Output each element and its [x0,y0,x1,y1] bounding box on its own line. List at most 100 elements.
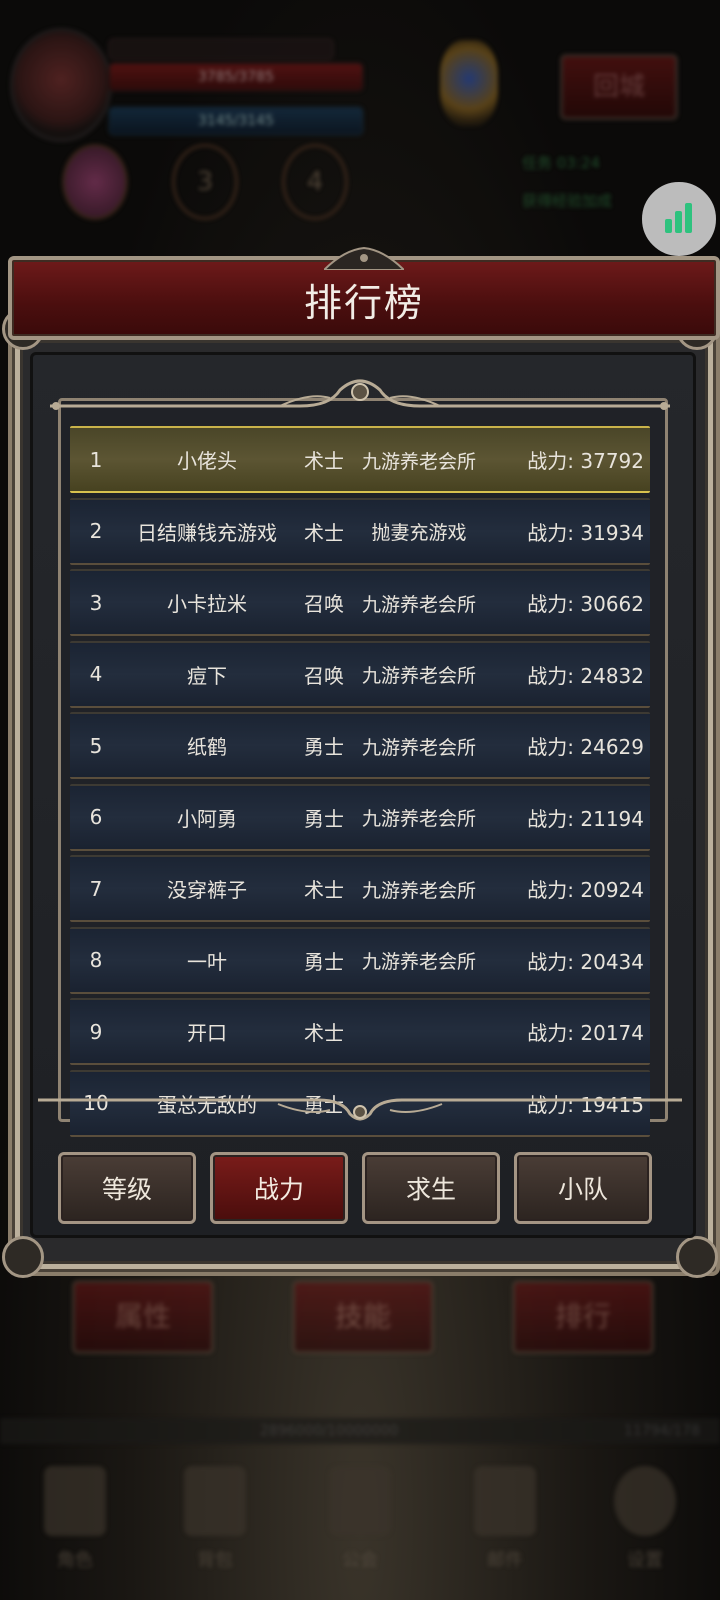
network-signal-icon[interactable] [642,182,716,256]
player-name-cell: 痘下 [187,663,227,688]
xp-bar: 2896000/10000000 11794/178 [0,1418,720,1444]
xp-right-text: 11794/178 [624,1423,700,1439]
guild-cell: 九游养老会所 [361,665,476,687]
power-cell: 战力: 37792 [527,449,644,473]
class-cell: 勇士 [304,949,344,974]
power-cell: 战力: 30662 [527,592,644,616]
rank-cell: 5 [89,733,103,758]
name-bar [108,38,334,60]
skill-slot-4[interactable]: 4 [282,144,348,220]
nav-character[interactable]: 角色 [30,1466,120,1586]
nav-settings-label: 设置 [627,1550,663,1571]
class-cell: 召唤 [304,663,344,688]
power-cell: 战力: 21194 [527,806,644,831]
nav-mail[interactable]: 邮件 [460,1466,550,1586]
player-name-cell: 小佬头 [177,449,237,473]
class-cell: 召唤 [304,592,344,616]
bag-icon [184,1466,246,1536]
return-city-button[interactable]: 回城 [560,54,678,120]
task-timer-text: 任务 03:24 [522,154,600,172]
player-name-cell: 小阿勇 [177,806,237,831]
dialog-title-bar: 排行榜 [8,246,720,340]
table-row[interactable]: 5 纸鹤 勇士 九游养老会所 战力: 24629 [70,712,650,779]
tab-survival[interactable]: 求生 [362,1152,500,1224]
guild-cell: 九游养老会所 [361,808,476,830]
rank-cell: 2 [89,519,103,543]
tab-level[interactable]: 等级 [58,1152,196,1224]
guild-cell [358,1000,480,1065]
power-cell: 战力: 31934 [527,520,644,545]
guild-cell: 抛妻充游戏 [371,522,467,544]
mp-bar: 3145/3145 [108,106,364,136]
power-cell: 战力: 20174 [527,1021,644,1045]
guild-cell: 九游养老会所 [361,593,476,616]
table-bottom-ornament-icon [38,1098,682,1121]
table-row[interactable]: 2 日结赚钱充游戏 术士 抛妻充游戏 战力: 31934 [70,497,650,565]
rank-cell: 6 [89,805,103,829]
nav-mail-label: 邮件 [487,1550,523,1571]
ranking-button[interactable]: 排行 [512,1280,654,1354]
nav-character-label: 角色 [57,1550,93,1571]
table-row[interactable]: 6 小阿勇 勇士 九游养老会所 战力: 21194 [70,783,650,851]
player-name-cell: 没穿裤子 [167,878,247,902]
power-cell: 战力: 20924 [527,878,644,902]
player-name-cell: 纸鹤 [187,735,227,759]
nav-bag-label: 背包 [197,1550,233,1571]
class-cell: 术士 [304,449,344,473]
tab-team[interactable]: 小队 [514,1152,652,1224]
player-name-cell: 小卡拉米 [167,592,247,616]
rank-cell: 4 [89,662,103,686]
skill-slot-3[interactable]: 3 [172,144,238,220]
class-cell: 术士 [304,1021,344,1045]
power-cell: 战力: 24832 [527,663,644,688]
class-cell: 术士 [304,878,344,902]
nav-guild-label: 公会 [342,1550,378,1571]
player-name-cell: 一叶 [187,949,227,974]
xp-text: 2896000/10000000 [260,1423,399,1439]
rank-cell: 7 [89,876,103,901]
guild-cell: 九游养老会所 [361,450,476,473]
bonus-text: 获得经验加成 [522,192,613,210]
power-cell: 战力: 20434 [527,949,644,974]
table-top-ornament-icon [50,379,670,410]
skills-button[interactable]: 技能 [292,1280,434,1354]
player-name-cell: 开口 [187,1021,227,1045]
ranking-rows: 1 小佬头 术士 九游养老会所 战力: 37792 2 日结赚钱充游戏 术士 抛妻充游戏 战力: … [70,426,650,1141]
skill-slot-1[interactable] [62,144,128,220]
player-avatar[interactable] [10,28,112,142]
table-row[interactable]: 4 痘下 召唤 九游养老会所 战力: 24832 [70,640,650,708]
guild-cell: 九游养老会所 [361,879,476,902]
rank-cell: 8 [89,948,103,972]
frame-ornament [2,1236,44,1278]
power-cell: 战力: 24629 [527,735,644,759]
table-row[interactable]: 3 小卡拉米 召唤 九游养老会所 战力: 30662 [70,569,650,636]
crest-ornament-icon [324,246,404,270]
table-row[interactable]: 8 一叶 勇士 九游养老会所 战力: 20434 [70,926,650,994]
class-cell: 勇士 [304,735,344,759]
mail-icon [474,1466,536,1536]
nav-bag[interactable]: 背包 [170,1466,260,1586]
guild-cell: 九游养老会所 [361,736,476,759]
table-row[interactable]: 7 没穿裤子 术士 九游养老会所 战力: 20924 [70,855,650,922]
nav-guild[interactable]: 公会 [315,1466,405,1586]
tab-power[interactable]: 战力 [210,1152,348,1224]
dialog-title: 排行榜 [303,281,424,325]
nav-settings[interactable]: 设置 [600,1466,690,1586]
class-cell: 勇士 [304,806,344,831]
class-cell: 术士 [304,520,344,545]
gear-icon [614,1466,676,1536]
rank-cell: 1 [89,447,103,472]
attributes-button[interactable]: 属性 [72,1280,214,1354]
rank-cell: 9 [89,1019,103,1044]
guild-emblem-icon[interactable] [440,40,498,126]
character-icon [44,1466,106,1536]
leaderboard-dialog: 排行榜 1 小佬头 术士 九游养老会所 战力: 37792 2 日结赚钱充游戏 术士 抛妻充游戏… [2,246,720,1278]
frame-ornament [676,1236,718,1278]
hp-bar: 3785/3785 [108,62,364,92]
table-row[interactable]: 9 开口 术士 战力: 20174 [70,998,650,1065]
rank-cell: 3 [89,590,103,615]
table-row[interactable]: 1 小佬头 术士 九游养老会所 战力: 37792 [70,426,650,493]
guild-icon [329,1466,391,1536]
player-name-cell: 日结赚钱充游戏 [137,520,277,545]
guild-cell: 九游养老会所 [361,951,476,973]
